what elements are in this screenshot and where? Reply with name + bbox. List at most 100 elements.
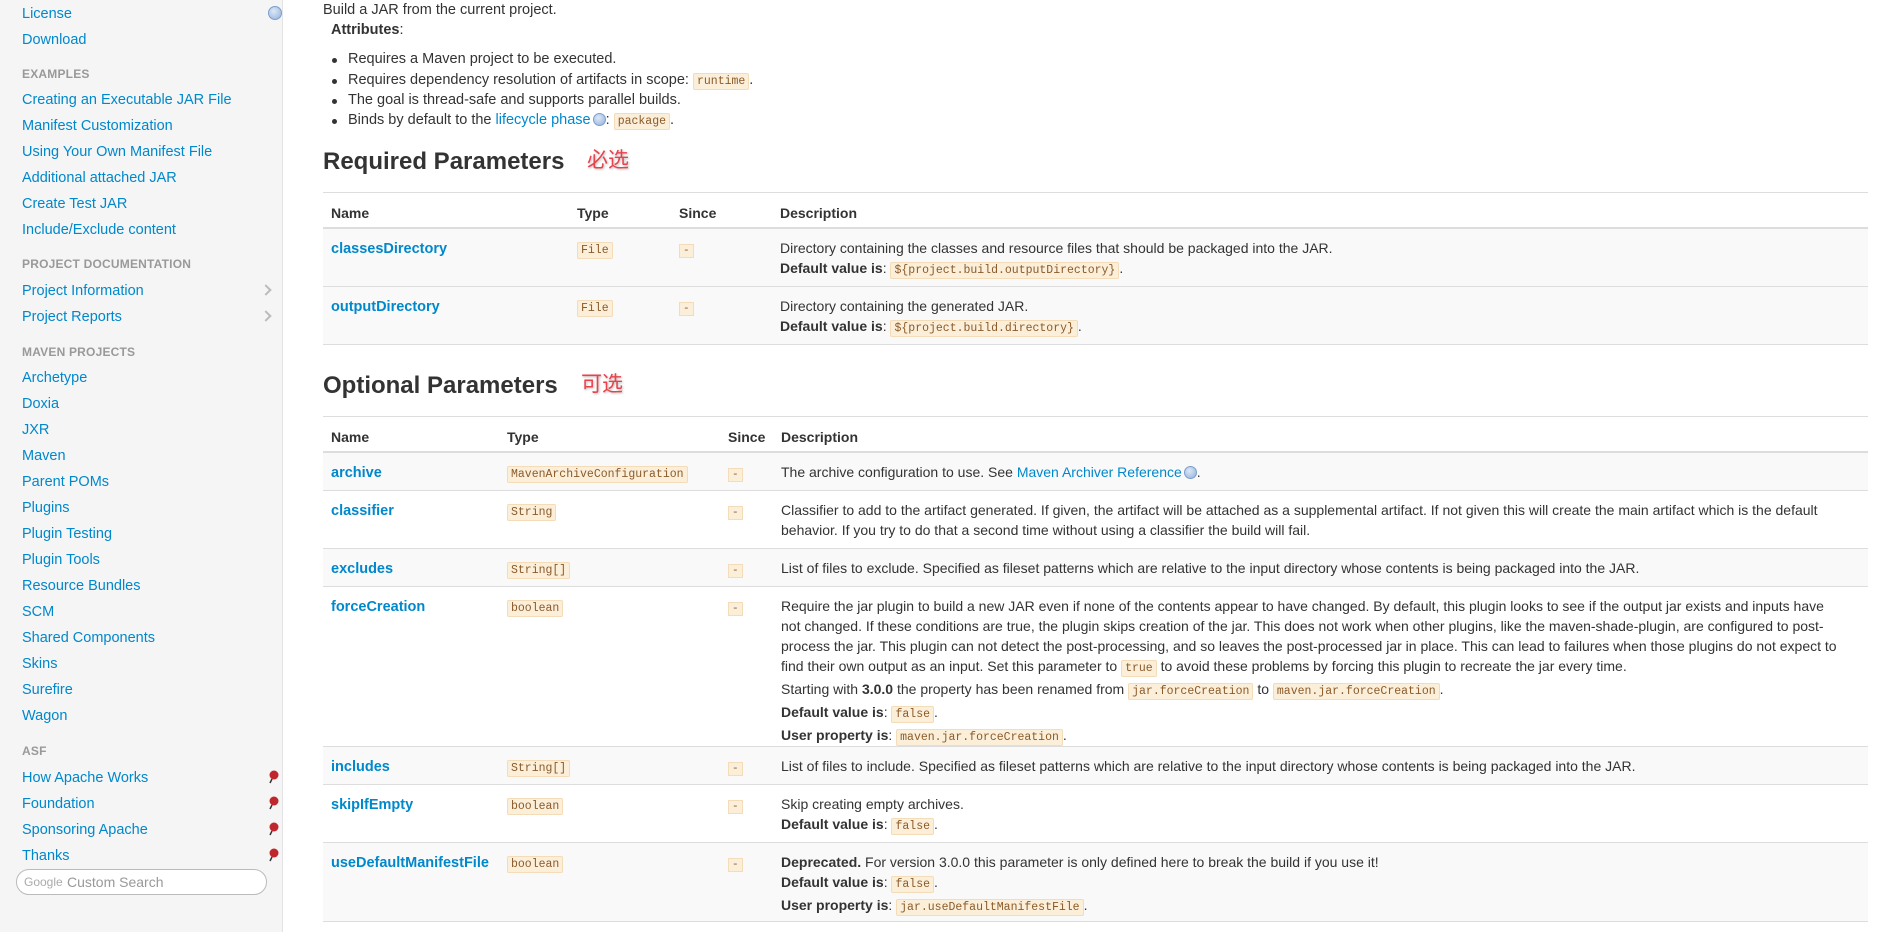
param-since: - <box>728 858 743 872</box>
description-text: Directory containing the generated JAR. <box>780 298 1029 314</box>
sidebar-item-wagon[interactable]: Wagon <box>22 707 67 725</box>
table-header: Name Type Since Description <box>323 192 1868 229</box>
attribute-item: Requires dependency resolution of artifa… <box>348 72 753 90</box>
sidebar-item-archetype[interactable]: Archetype <box>22 369 87 387</box>
param-description: Skip creating empty archives. Default va… <box>781 794 964 837</box>
sidebar-item-shared-components[interactable]: Shared Components <box>22 629 155 647</box>
sidebar-item-jxr[interactable]: JXR <box>22 421 49 439</box>
sidebar-item-manifest-customization[interactable]: Manifest Customization <box>22 117 173 135</box>
sidebar-item-surefire[interactable]: Surefire <box>22 681 73 699</box>
sidebar-item-maven[interactable]: Maven <box>22 447 66 465</box>
sidebar-item-attached-jar[interactable]: Additional attached JAR <box>22 169 177 187</box>
sidebar-item-plugin-testing[interactable]: Plugin Testing <box>22 525 112 543</box>
default-label: Default value is <box>781 704 884 720</box>
sidebar-item-doxia[interactable]: Doxia <box>22 395 59 413</box>
sidebar-item-executable-jar[interactable]: Creating an Executable JAR File <box>22 91 232 109</box>
default-label: Default value is <box>781 874 884 890</box>
sidebar-item-project-reports[interactable]: Project Reports <box>22 308 122 326</box>
google-logo: Google <box>24 875 63 889</box>
param-type: String[] <box>507 562 571 579</box>
required-annotation: 必选 <box>587 148 629 172</box>
header-description: Description <box>780 205 858 221</box>
new-property-code: maven.jar.forceCreation <box>1272 683 1440 700</box>
sidebar-item-resource-bundles[interactable]: Resource Bundles <box>22 577 141 595</box>
text: to <box>1253 681 1273 697</box>
param-type: boolean <box>507 798 564 815</box>
param-since: - <box>728 762 743 776</box>
sidebar-item-plugin-tools[interactable]: Plugin Tools <box>22 551 100 569</box>
period: . <box>1439 681 1444 697</box>
lifecycle-phase-link[interactable]: lifecycle phase <box>496 112 591 128</box>
table-row: includes String[] - List of files to inc… <box>323 747 1868 785</box>
sidebar-item-license[interactable]: License <box>22 5 72 23</box>
param-description: Classifier to add to the artifact genera… <box>781 500 1818 540</box>
user-property-line: User property is: maven.jar.forceCreatio… <box>781 725 1837 748</box>
param-since: - <box>728 602 743 616</box>
table-row: outputDirectory File - Directory contain… <box>323 287 1868 345</box>
sidebar-item-parent-poms[interactable]: Parent POMs <box>22 473 109 491</box>
apache-feather-icon <box>269 796 279 810</box>
param-type: String[] <box>507 760 571 777</box>
sidebar-item-own-manifest[interactable]: Using Your Own Manifest File <box>22 143 212 161</box>
old-property-code: jar.forceCreation <box>1128 683 1254 700</box>
sidebar-header-asf: ASF <box>22 744 47 758</box>
user-property-label: User property is <box>781 897 889 913</box>
colon: : <box>888 897 897 913</box>
search-input[interactable] <box>67 873 257 891</box>
period: . <box>1077 318 1082 334</box>
sidebar-item-scm[interactable]: SCM <box>22 603 54 621</box>
period: . <box>670 112 675 128</box>
description-text: Skip creating empty archives. <box>781 796 964 812</box>
search-box: Google <box>16 869 267 895</box>
param-skipIfEmpty[interactable]: skipIfEmpty <box>331 797 413 813</box>
param-archive[interactable]: archive <box>331 465 382 481</box>
param-includes[interactable]: includes <box>331 759 390 775</box>
apache-feather-icon <box>269 770 279 784</box>
param-excludes[interactable]: excludes <box>331 561 393 577</box>
header-type: Type <box>577 205 609 221</box>
optional-parameters-table: Name Type Since Description archive Mave… <box>323 416 1868 922</box>
phase-code: package <box>613 113 670 130</box>
param-description: Directory containing the generated JAR. … <box>780 296 1082 339</box>
table-row: excludes String[] - List of files to exc… <box>323 549 1868 587</box>
sidebar-item-sponsoring-apache[interactable]: Sponsoring Apache <box>22 821 148 839</box>
code-true: true <box>1121 660 1157 677</box>
sidebar-item-include-exclude[interactable]: Include/Exclude content <box>22 221 176 239</box>
header-type: Type <box>507 429 539 445</box>
param-useDefaultManifestFile[interactable]: useDefaultManifestFile <box>331 855 489 871</box>
param-classesDirectory[interactable]: classesDirectory <box>331 241 447 257</box>
scope-code: runtime <box>692 73 750 90</box>
description-text: Deprecated. For version 3.0.0 this param… <box>781 852 1379 872</box>
param-type: String <box>507 504 557 521</box>
sidebar-header-project-documentation: PROJECT DOCUMENTATION <box>22 257 192 271</box>
sidebar-item-project-information[interactable]: Project Information <box>22 282 144 300</box>
bullet <box>332 119 337 124</box>
default-value: false <box>891 876 934 893</box>
sidebar-item-download[interactable]: Download <box>22 31 87 49</box>
colon: : <box>888 727 897 743</box>
user-property-value: maven.jar.forceCreation <box>896 729 1063 746</box>
user-property-line: User property is: jar.useDefaultManifest… <box>781 895 1379 918</box>
attribute-text: Requires dependency resolution of artifa… <box>348 72 693 88</box>
description-text: Directory containing the classes and res… <box>780 240 1333 256</box>
param-classifier[interactable]: classifier <box>331 503 394 519</box>
external-link-icon <box>1183 466 1197 479</box>
description-text: Classifier to add to the artifact genera… <box>781 502 1818 518</box>
sidebar-item-test-jar[interactable]: Create Test JAR <box>22 195 127 213</box>
param-description: List of files to exclude. Specified as f… <box>781 560 1640 576</box>
sidebar-item-thanks[interactable]: Thanks <box>22 847 70 865</box>
text: For version 3.0.0 this parameter is only… <box>861 854 1379 870</box>
maven-archiver-reference-link[interactable]: Maven Archiver Reference <box>1017 464 1182 480</box>
header-since: Since <box>679 205 717 221</box>
sidebar-item-how-apache-works[interactable]: How Apache Works <box>22 769 148 787</box>
param-outputDirectory[interactable]: outputDirectory <box>331 299 440 315</box>
sidebar-item-foundation[interactable]: Foundation <box>22 795 95 813</box>
sidebar-item-skins[interactable]: Skins <box>22 655 57 673</box>
default-value-line: Default value is: ${project.build.output… <box>780 258 1333 281</box>
colon: : <box>605 112 614 128</box>
param-type: boolean <box>507 856 564 873</box>
default-label: Default value is <box>780 260 883 276</box>
param-forceCreation[interactable]: forceCreation <box>331 599 425 615</box>
sidebar-item-plugins[interactable]: Plugins <box>22 499 70 517</box>
description-text: Require the jar plugin to build a new JA… <box>781 598 1824 614</box>
